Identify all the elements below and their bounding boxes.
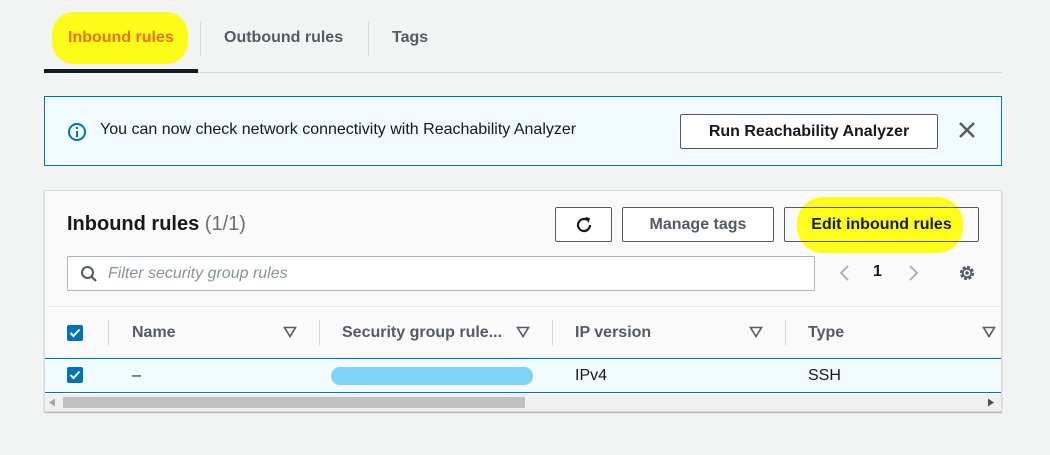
redacted-rule-id [331, 367, 533, 385]
filter-search[interactable] [67, 256, 815, 291]
cell-ip-version: IPv4 [575, 366, 608, 384]
tab-bar: Inbound rules Outbound rules Tags [44, 0, 1002, 73]
column-header-type[interactable]: Type [808, 308, 844, 358]
tab-inbound-rules[interactable]: Inbound rules [68, 22, 174, 54]
info-banner: You can now check network connectivity w… [44, 96, 1002, 166]
info-icon [68, 123, 86, 141]
pagination: 1 [835, 261, 925, 285]
column-header-name[interactable]: Name [132, 308, 176, 358]
column-header-ip-version[interactable]: IP version [575, 308, 651, 358]
check-icon [69, 328, 81, 338]
search-input[interactable] [108, 257, 808, 290]
run-reachability-analyzer-button[interactable]: Run Reachability Analyzer [680, 114, 938, 149]
row-checkbox[interactable] [67, 367, 83, 383]
table-header: Name Security group rule... IP version T… [45, 308, 1001, 358]
banner-message: You can now check network connectivity w… [100, 121, 577, 138]
search-icon [81, 266, 97, 282]
panel-header: Inbound rules (1/1) Manage tags Edit inb… [45, 191, 1001, 307]
page-number[interactable]: 1 [873, 263, 882, 281]
edit-inbound-rules-button[interactable]: Edit inbound rules [784, 207, 979, 242]
column-divider [785, 320, 786, 346]
tab-outbound-rules[interactable]: Outbound rules [224, 22, 343, 54]
table-row[interactable]: – IPv4 SSH [45, 358, 1001, 393]
sort-down-icon[interactable] [749, 326, 763, 338]
refresh-icon [576, 216, 591, 232]
active-tab-indicator [44, 69, 198, 73]
column-divider [319, 320, 320, 346]
chevron-left-icon[interactable] [837, 264, 853, 282]
column-divider [552, 320, 553, 346]
panel-title: Inbound rules (1/1) [67, 213, 246, 236]
column-header-security-group-rule[interactable]: Security group rule... [342, 308, 502, 358]
sort-down-icon[interactable] [516, 326, 530, 338]
cell-name: – [132, 366, 141, 384]
panel-title-count: (1/1) [204, 213, 246, 235]
tab-tags[interactable]: Tags [392, 22, 428, 54]
select-all-checkbox[interactable] [67, 325, 83, 341]
horizontal-scrollbar[interactable] [45, 394, 1001, 411]
column-divider [108, 320, 109, 346]
scroll-right-icon[interactable] [987, 398, 995, 407]
gear-icon[interactable] [957, 263, 977, 283]
close-icon[interactable] [956, 119, 978, 141]
manage-tags-button[interactable]: Manage tags [622, 207, 774, 242]
scrollbar-thumb[interactable] [63, 397, 525, 408]
refresh-button[interactable] [555, 207, 612, 242]
tab-divider [368, 21, 369, 56]
panel-title-text: Inbound rules [67, 213, 200, 235]
tab-divider [200, 21, 201, 56]
scroll-left-icon[interactable] [48, 398, 56, 407]
sort-down-icon[interactable] [982, 326, 996, 338]
sort-down-icon[interactable] [283, 326, 297, 338]
inbound-rules-panel: Inbound rules (1/1) Manage tags Edit inb… [44, 190, 1002, 412]
check-icon [69, 370, 81, 380]
chevron-right-icon[interactable] [905, 264, 921, 282]
cell-type: SSH [808, 366, 841, 384]
